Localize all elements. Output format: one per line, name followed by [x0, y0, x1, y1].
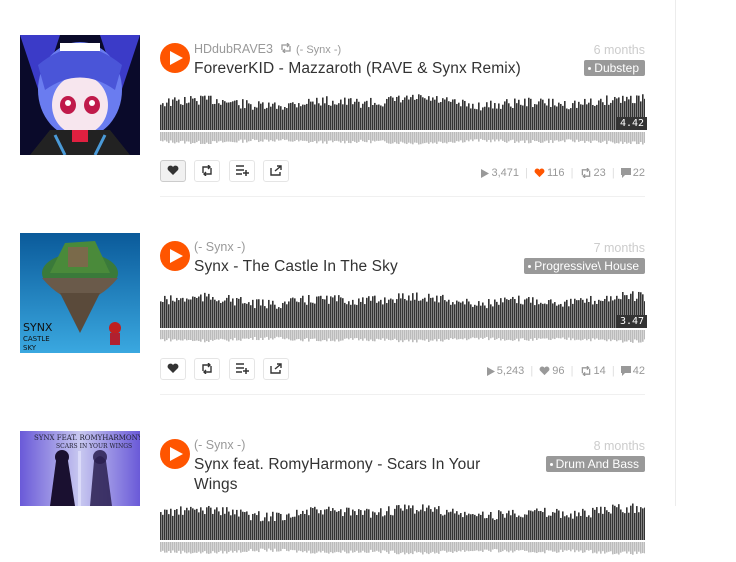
- reposts-stat[interactable]: 14: [580, 365, 606, 377]
- play-count-icon: [486, 366, 495, 376]
- comment-icon: [620, 366, 631, 377]
- svg-text:SYNX FEAT. ROMYHARMONY: SYNX FEAT. ROMYHARMONY: [34, 434, 140, 442]
- play-button[interactable]: [160, 439, 190, 469]
- track-artwork[interactable]: SYNX FEAT. ROMYHARMONY SCARS IN YOUR WIN…: [20, 431, 140, 506]
- add-to-playlist-icon: [235, 165, 249, 176]
- comments-stat[interactable]: 42: [620, 365, 645, 377]
- svg-text:SCARS IN YOUR WINGS: SCARS IN YOUR WINGS: [56, 443, 132, 450]
- genre-tag[interactable]: Drum And Bass: [545, 456, 645, 472]
- comment-icon: [620, 168, 631, 179]
- upload-time: 7 months: [593, 241, 645, 255]
- waveform[interactable]: [160, 498, 645, 562]
- reposts-stat[interactable]: 23: [580, 167, 606, 179]
- heart-icon: [167, 165, 179, 175]
- track-title[interactable]: Synx - The Castle In The Sky: [194, 257, 398, 277]
- repost-icon: [202, 165, 213, 176]
- track-title[interactable]: Synx feat. RomyHarmony - Scars In Your W…: [194, 455, 480, 495]
- genre-tag[interactable]: Dubstep: [584, 60, 645, 76]
- track-title[interactable]: ForeverKID - Mazzaroth (RAVE & Synx Remi…: [194, 59, 521, 79]
- track-title-line: Wings: [194, 476, 238, 493]
- like-button[interactable]: [160, 358, 186, 380]
- plays-stat: 5,243: [486, 365, 524, 377]
- track-actions: [160, 160, 293, 182]
- repost-icon: [581, 167, 590, 179]
- repost-button[interactable]: [194, 358, 221, 380]
- track-uploader: (- Synx -): [194, 438, 245, 452]
- share-button[interactable]: [263, 160, 290, 182]
- heart-icon: [167, 363, 179, 373]
- track-uploader: HDdubRAVE3 (- Synx -): [194, 42, 341, 56]
- repost-icon: [581, 365, 590, 377]
- add-to-playlist-button[interactable]: [228, 358, 255, 380]
- track-stats: 5,243 | 96 | 14 | 42: [486, 365, 645, 377]
- share-button[interactable]: [263, 358, 290, 380]
- reposter-link[interactable]: (- Synx -): [296, 44, 341, 56]
- likes-stat[interactable]: 116: [534, 167, 565, 179]
- genre-tag[interactable]: Progressive\ House: [524, 258, 645, 274]
- track-divider: [160, 394, 645, 395]
- uploader-link[interactable]: (- Synx -): [194, 438, 245, 452]
- svg-text:SKY: SKY: [23, 344, 37, 352]
- uploader-link[interactable]: HDdubRAVE3: [194, 42, 273, 56]
- upload-time: 8 months: [593, 439, 645, 453]
- svg-text:SYNX: SYNX: [23, 321, 53, 334]
- waveform[interactable]: [160, 286, 645, 350]
- play-button[interactable]: [160, 43, 190, 73]
- add-to-playlist-button[interactable]: [228, 160, 255, 182]
- track-title-line: Synx feat. RomyHarmony - Scars In Your: [194, 456, 481, 473]
- add-to-playlist-icon: [235, 363, 249, 374]
- repost-icon: [202, 363, 213, 374]
- right-column-divider: [675, 0, 676, 506]
- likes-stat[interactable]: 96: [539, 365, 565, 377]
- heart-icon: [534, 168, 545, 178]
- comments-stat[interactable]: 22: [620, 167, 645, 179]
- repost-icon: [280, 42, 295, 56]
- track-stats: 3,471 | 116 | 23 | 22: [481, 167, 645, 179]
- track-duration: 3.47: [617, 315, 648, 328]
- repost-button[interactable]: [194, 160, 221, 182]
- play-count-icon: [481, 168, 490, 178]
- heart-icon: [539, 366, 550, 376]
- waveform[interactable]: [160, 88, 645, 152]
- play-icon: [170, 51, 183, 65]
- track-duration: 4.42: [617, 117, 648, 130]
- uploader-link[interactable]: (- Synx -): [194, 240, 245, 254]
- play-icon: [170, 447, 183, 461]
- track-actions: [160, 358, 293, 380]
- plays-stat: 3,471: [481, 167, 519, 179]
- upload-time: 6 months: [593, 43, 645, 57]
- like-button[interactable]: [160, 160, 186, 182]
- track-divider: [160, 196, 645, 197]
- play-icon: [170, 249, 183, 263]
- share-icon: [270, 165, 283, 176]
- track-uploader: (- Synx -): [194, 240, 245, 254]
- track-artwork[interactable]: [20, 35, 140, 155]
- svg-text:CASTLE: CASTLE: [23, 335, 50, 343]
- share-icon: [270, 363, 283, 374]
- play-button[interactable]: [160, 241, 190, 271]
- track-artwork[interactable]: SYNX CASTLE SKY: [20, 233, 140, 353]
